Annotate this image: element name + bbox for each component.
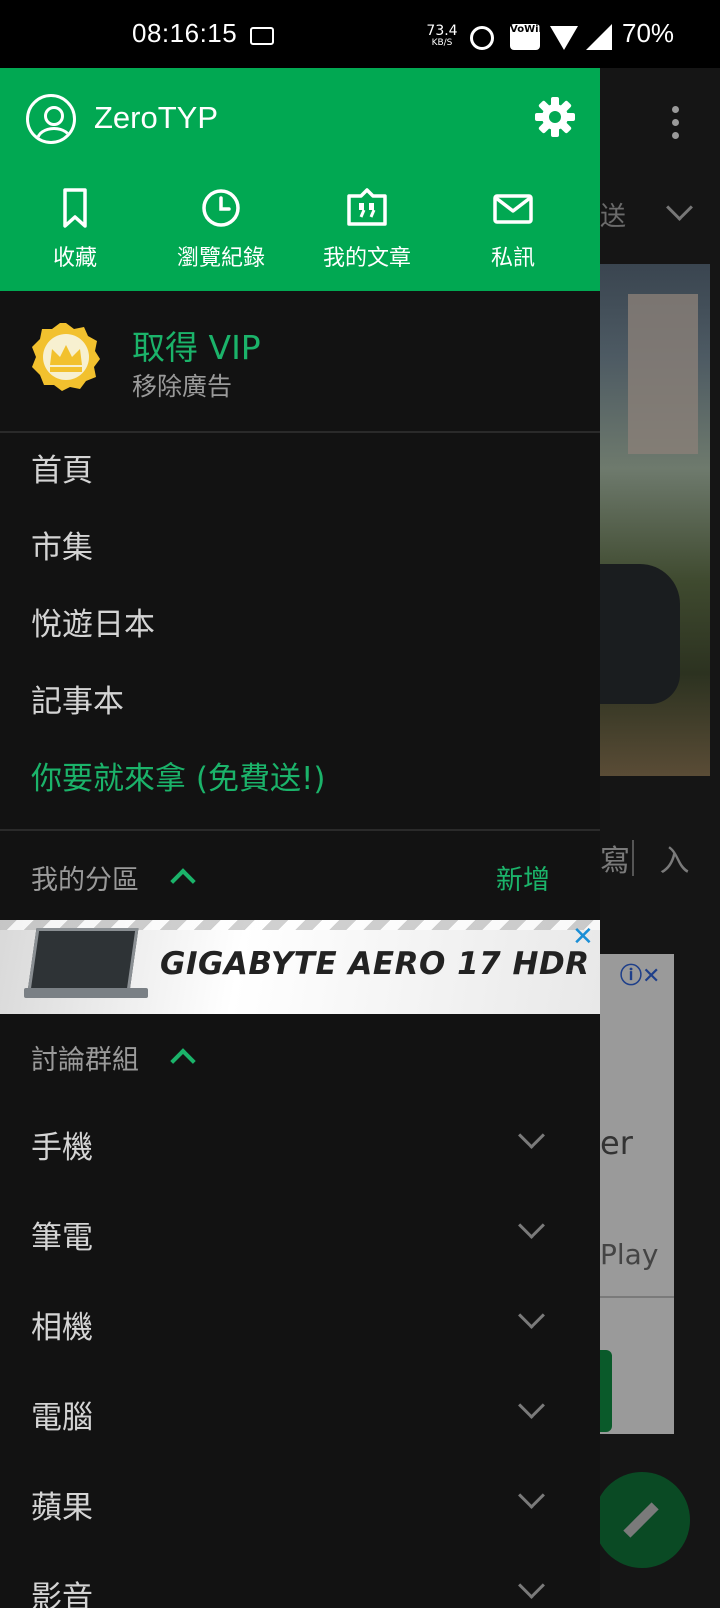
chevron-down-icon[interactable] — [518, 1572, 545, 1599]
quick-action-bookmarks[interactable]: 收藏 — [0, 186, 150, 272]
background-ad: er Play — [600, 954, 674, 1434]
chevron-down-icon[interactable] — [518, 1212, 545, 1239]
quick-action-label: 收藏 — [52, 246, 97, 271]
nav-item-giveaway[interactable]: 你要就來拿 (免費送!) — [0, 741, 600, 818]
navigation-drawer: ZeroTYP 收藏 瀏覽紀錄 我的文章 私訊 取得 VIP 移除廣告 首頁 市… — [0, 68, 600, 1608]
chevron-down-icon[interactable] — [518, 1302, 545, 1329]
ad-info-close-icon: ⓘ✕ — [620, 964, 661, 989]
my-sections-label: 我的分區 — [31, 865, 139, 896]
vowifi-icon: VoWiFi — [510, 24, 549, 50]
quick-action-label: 我的文章 — [322, 246, 411, 271]
quick-action-history[interactable]: 瀏覽紀錄 — [146, 186, 296, 272]
vip-title: 取得 VIP — [132, 328, 261, 367]
ad-banner[interactable]: GIGABYTE AERO 17 HDR ✕ — [0, 920, 600, 1014]
vpn-key-icon — [250, 27, 274, 45]
nav-item-japan[interactable]: 悅遊日本 — [0, 587, 600, 664]
add-section-button[interactable]: 新增 — [496, 858, 550, 897]
drawer-header: ZeroTYP 收藏 瀏覽紀錄 我的文章 私訊 — [0, 68, 600, 291]
background-app[interactable]: 送 寫 入 er Play ⓘ✕ — [600, 68, 720, 1608]
discussion-groups-label: 討論群組 — [31, 1045, 139, 1076]
background-separator — [632, 840, 634, 876]
wifi-icon — [550, 26, 578, 50]
avatar[interactable] — [26, 94, 76, 144]
chevron-down-icon[interactable] — [518, 1122, 545, 1149]
group-item-av[interactable]: 影音 — [0, 1548, 600, 1608]
ad-close-icon[interactable]: ✕ — [572, 922, 594, 952]
network-speed-value: 73.4 — [426, 23, 458, 39]
group-item-laptop[interactable]: 筆電 — [0, 1188, 600, 1278]
network-speed: 73.4 KB/S — [424, 24, 460, 48]
bookmark-icon — [63, 188, 87, 228]
background-text-send: 送 — [600, 202, 627, 232]
chevron-up-icon[interactable] — [170, 1048, 196, 1074]
background-text-write: 寫 — [600, 844, 630, 879]
more-options-icon — [672, 106, 680, 145]
vip-subtitle: 移除廣告 — [132, 372, 233, 401]
history-clock-icon — [202, 189, 240, 227]
my-sections-header[interactable]: 我的分區 新增 — [0, 832, 600, 920]
ad-text: GIGABYTE AERO 17 HDR — [160, 946, 590, 982]
vip-crown-badge-icon — [32, 323, 100, 391]
article-quote-icon — [347, 188, 387, 226]
pencil-icon — [623, 1502, 659, 1538]
vip-promo[interactable]: 取得 VIP 移除廣告 — [0, 291, 600, 433]
settings-gear-icon[interactable] — [534, 96, 576, 138]
main-nav: 首頁 市集 悅遊日本 記事本 你要就來拿 (免費送!) — [0, 433, 600, 818]
background-text-enter: 入 — [659, 844, 690, 879]
status-time: 08:16:15 — [132, 18, 238, 48]
chevron-down-icon[interactable] — [518, 1392, 545, 1419]
laptop-image — [24, 928, 148, 1000]
nav-item-notebook[interactable]: 記事本 — [0, 664, 600, 741]
chevron-down-icon[interactable] — [518, 1482, 545, 1509]
group-label: 電腦 — [31, 1400, 93, 1436]
group-item-phone[interactable]: 手機 — [0, 1098, 600, 1188]
group-item-camera[interactable]: 相機 — [0, 1278, 600, 1368]
mail-icon — [493, 194, 533, 224]
group-item-computer[interactable]: 電腦 — [0, 1368, 600, 1458]
group-label: 相機 — [31, 1310, 93, 1346]
username[interactable]: ZeroTYP — [94, 100, 218, 136]
quick-action-messages[interactable]: 私訊 — [438, 186, 588, 272]
cellular-signal-icon — [586, 24, 612, 50]
background-ad-button — [600, 1350, 612, 1432]
quick-action-label: 瀏覽紀錄 — [176, 246, 265, 271]
chevron-up-icon[interactable] — [170, 868, 196, 894]
background-ad-text: er — [600, 1124, 633, 1162]
nav-item-market[interactable]: 市集 — [0, 510, 600, 587]
group-label: 手機 — [31, 1130, 93, 1166]
discussion-groups-header[interactable]: 討論群組 — [0, 1012, 600, 1100]
group-label: 蘋果 — [31, 1490, 93, 1526]
background-ad-play: Play — [600, 1238, 659, 1271]
chevron-down-icon — [666, 194, 693, 221]
background-photo — [600, 264, 710, 776]
compose-fab — [600, 1472, 690, 1568]
quick-action-label: 私訊 — [490, 246, 535, 271]
battery-level: 70% — [622, 18, 675, 48]
group-label: 筆電 — [31, 1220, 93, 1256]
nav-item-home[interactable]: 首頁 — [0, 433, 600, 510]
background-text-row: 寫 入 — [600, 836, 690, 880]
alarm-icon — [470, 26, 494, 50]
network-speed-unit: KB/S — [431, 38, 453, 48]
group-label: 影音 — [31, 1580, 93, 1608]
group-item-apple[interactable]: 蘋果 — [0, 1458, 600, 1548]
divider — [0, 829, 600, 831]
vowifi-label: VoWiFi — [510, 24, 549, 35]
quick-action-my-articles[interactable]: 我的文章 — [292, 186, 442, 272]
status-bar: 08:16:15 73.4 KB/S VoWiFi 70% — [0, 0, 720, 68]
